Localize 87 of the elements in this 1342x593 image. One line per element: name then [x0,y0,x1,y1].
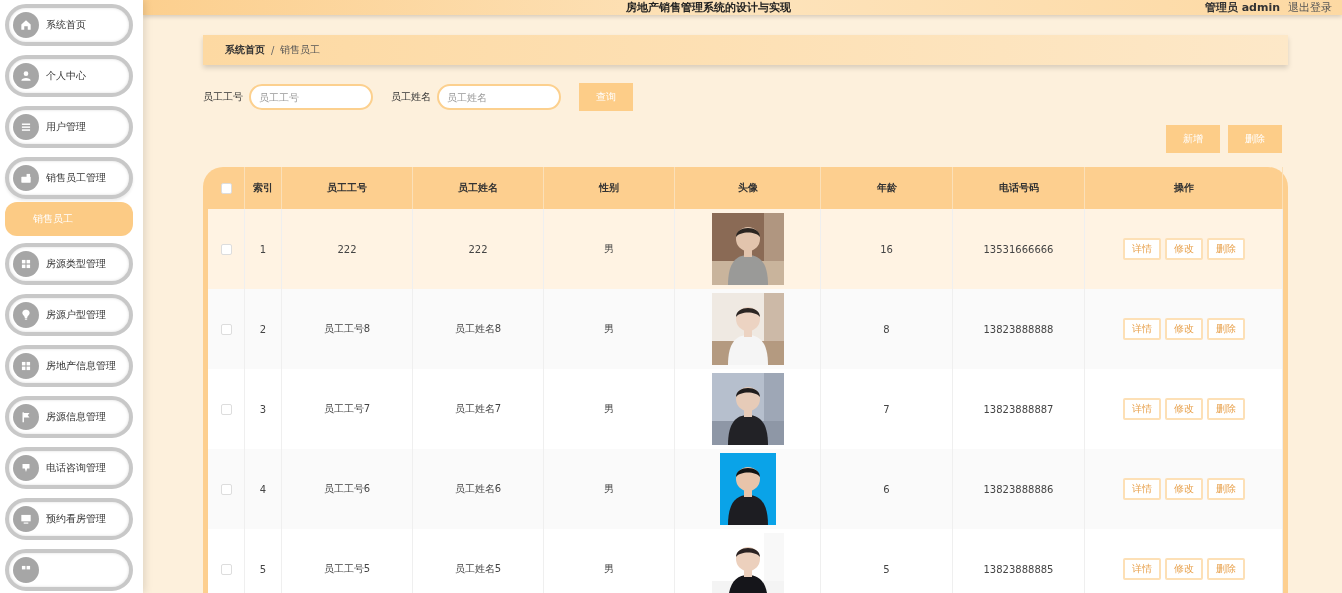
detail-button[interactable]: 详情 [1122,238,1161,260]
table-cell: 员工姓名7 [454,403,502,414]
table-cell: 16 [880,243,893,255]
table-cell: 4 [259,483,267,495]
table-cell: 男 [604,563,614,574]
wallet-icon [13,165,39,191]
search-field[interactable]: 员工姓名 [437,84,561,110]
detail-button[interactable]: 详情 [1122,318,1161,340]
delete-button[interactable]: 删除 [1206,398,1245,420]
table-cell: 员工姓名6 [454,483,502,494]
field-label: 员工姓名 [391,90,431,104]
table-cell: 员工工号7 [323,403,371,414]
delete-button[interactable]: 删除 [1206,238,1245,260]
delete-button[interactable]: 删除 [1206,478,1245,500]
table-cell: 男 [604,323,614,334]
home-icon [13,12,39,38]
edit-button[interactable]: 修改 [1164,318,1203,340]
search-button[interactable]: 查询 [579,83,633,111]
table-cell: 男 [604,243,614,254]
user-icon [13,63,39,89]
row-checkbox[interactable] [220,243,232,255]
row-checkbox[interactable] [220,323,232,335]
breadcrumb-item[interactable]: 系统首页 [225,43,265,57]
menu-item[interactable]: 房地产信息管理 [5,345,133,387]
app-title: 房地产销售管理系统的设计与实现 [625,0,793,15]
delete-button[interactable]: 删除 [1206,318,1245,340]
menu-item[interactable]: 销售员工管理 [5,157,133,199]
search-field[interactable]: 员工工号 [249,84,373,110]
detail-button[interactable]: 详情 [1122,478,1161,500]
table-cell: 13823888888 [983,323,1054,335]
table-cell: 13823888887 [983,403,1054,415]
edit-button[interactable]: 修改 [1164,238,1203,260]
sign-icon [13,455,39,481]
table-cell: 6 [883,483,890,495]
detail-button[interactable]: 详情 [1122,398,1161,420]
menu-item[interactable]: 个人中心 [5,55,133,97]
table-cell: 3 [259,403,267,415]
row-checkbox[interactable] [220,563,232,575]
table-cell: 1 [259,243,267,255]
grid-icon [13,251,39,277]
breadcrumb-item: 销售员工 [280,43,321,57]
menu-item[interactable]: 用户管理 [5,106,133,148]
menu-item[interactable]: 房源户型管理 [5,294,133,336]
table-cell: 13823888886 [983,483,1054,495]
table-cell: 员工工号8 [323,323,371,334]
select-all-checkbox[interactable] [220,182,232,194]
monitor-icon [13,506,39,532]
breadcrumb-separator: / [271,44,275,56]
menu-item[interactable]: 预约看房管理 [5,498,133,540]
field-label: 员工工号 [203,90,243,104]
table-cell: 员工工号6 [323,483,371,494]
row-checkbox[interactable] [220,483,232,495]
menu-item[interactable]: 房源信息管理 [5,396,133,438]
menu-item[interactable] [5,549,133,591]
edit-button[interactable]: 修改 [1164,558,1203,580]
edit-button[interactable]: 修改 [1164,398,1203,420]
detail-button[interactable]: 详情 [1122,558,1161,580]
grid-icon [13,557,39,583]
table-cell: 13531666666 [983,243,1054,255]
admin-label: 管理员 admin [1204,0,1280,15]
table-cell: 13823888885 [983,563,1054,575]
edit-button[interactable]: 修改 [1164,478,1203,500]
bulb-icon [13,302,39,328]
grid-icon [13,353,39,379]
table-cell: 男 [604,403,614,414]
list-icon [13,114,39,140]
logout-link[interactable]: 退出登录 [1288,0,1332,15]
table-cell: 2 [259,323,267,335]
menu-item[interactable]: 系统首页 [5,4,133,46]
menu-item[interactable]: 房源类型管理 [5,243,133,285]
table-cell: 222 [337,243,357,255]
row-checkbox[interactable] [220,403,232,415]
flag-icon [13,404,39,430]
table-cell: 员工姓名5 [454,563,502,574]
add-button[interactable]: 新增 [1166,125,1220,153]
table-cell: 222 [468,243,488,255]
table-cell: 5 [883,563,890,575]
table-cell: 男 [604,483,614,494]
table-cell: 7 [883,403,890,415]
submenu-item[interactable]: 销售员工 [5,202,133,236]
table-cell: 员工姓名8 [454,323,502,334]
table-cell: 员工工号5 [323,563,371,574]
delete-button[interactable]: 删除 [1206,558,1245,580]
menu-item[interactable]: 电话咨询管理 [5,447,133,489]
table-cell: 8 [883,323,890,335]
table-cell: 5 [259,563,267,575]
delete-button[interactable]: 删除 [1228,125,1282,153]
